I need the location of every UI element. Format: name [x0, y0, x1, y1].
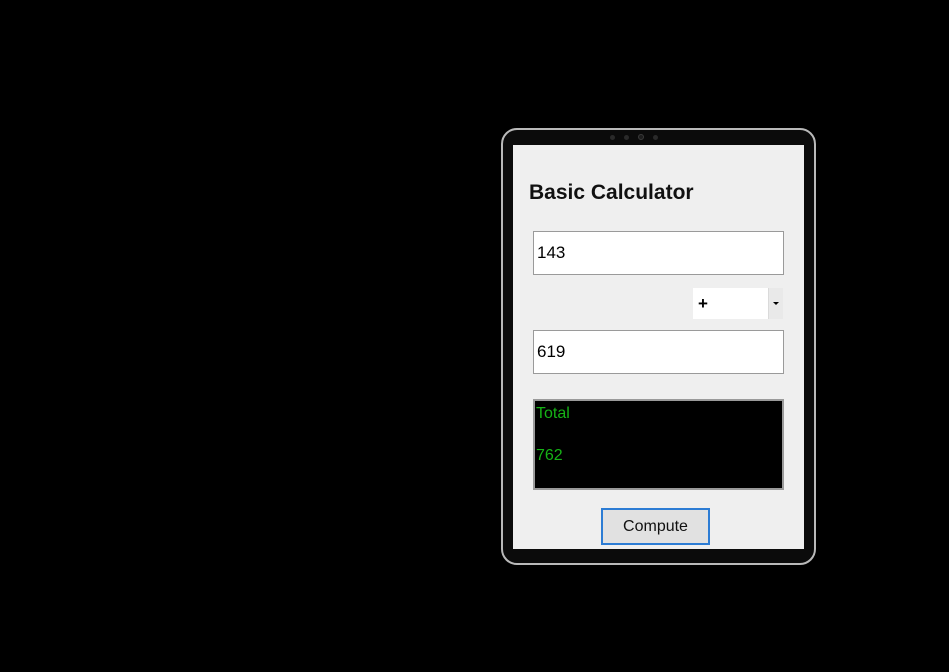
desktop-background: Basic Calculator + Total 762 Compute [0, 0, 949, 672]
chevron-down-icon [773, 302, 779, 305]
sensor-dot [653, 134, 658, 140]
result-label: Total [536, 405, 570, 422]
page-title: Basic Calculator [529, 181, 694, 204]
dropdown-button[interactable] [768, 288, 783, 319]
result-output[interactable]: Total 762 [533, 399, 784, 490]
app-window: Basic Calculator + Total 762 Compute [513, 145, 804, 549]
operator-select[interactable]: + [693, 288, 783, 319]
second-number-input[interactable] [533, 330, 784, 374]
tablet-frame: Basic Calculator + Total 762 Compute [501, 128, 816, 565]
sensor-dot [610, 134, 615, 140]
operator-selected-value: + [698, 293, 708, 313]
compute-button[interactable]: Compute [601, 508, 710, 545]
result-value: 762 [536, 447, 563, 464]
result-spacer [536, 424, 781, 445]
sensor-dot [624, 134, 629, 140]
sensor-bar [603, 133, 665, 141]
first-number-input[interactable] [533, 231, 784, 275]
camera-icon [638, 134, 644, 140]
